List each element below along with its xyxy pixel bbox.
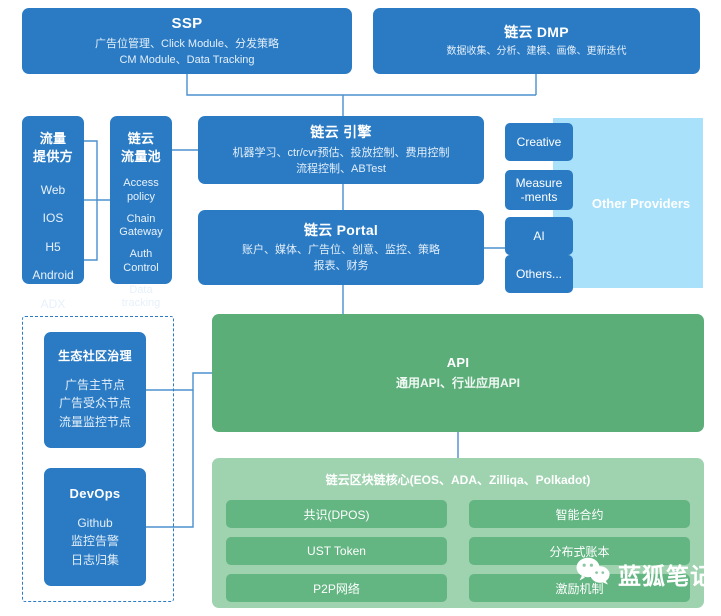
ssp-line1: 广告位管理、Click Module、分发策略 bbox=[95, 38, 279, 51]
ssp-line2: CM Module、Data Tracking bbox=[119, 54, 255, 67]
blockchain-core-grid: 共识(DPOS) 智能合约 UST Token 分布式账本 P2P网络 激励机制 bbox=[226, 500, 690, 602]
provider-chip-measurements: Measure -ments bbox=[505, 170, 573, 210]
engine-title: 链云 引擎 bbox=[310, 124, 372, 141]
engine-line2: 流程控制、ABTest bbox=[296, 162, 386, 175]
ssp-box: SSP 广告位管理、Click Module、分发策略 CM Module、Da… bbox=[22, 8, 352, 74]
other-providers-label: Other Providers bbox=[591, 195, 691, 211]
traffic-provider-item: ADX bbox=[40, 296, 66, 311]
eco-line3: 流量监控节点 bbox=[58, 414, 131, 429]
traffic-pool-item: Data tracking bbox=[121, 283, 161, 310]
devops-line1: Github bbox=[77, 515, 113, 530]
core-cell: UST Token bbox=[226, 537, 447, 565]
api-title: API bbox=[446, 354, 470, 370]
traffic-pool-box: 链云 流量池 Access policy Chain Gateway Auth … bbox=[110, 116, 172, 309]
devops-line3: 日志归集 bbox=[70, 552, 119, 567]
devops-line2: 监控告警 bbox=[70, 534, 119, 549]
provider-chip-ai: AI bbox=[505, 217, 573, 255]
blockchain-core-title: 链云区块链核心(EOS、ADA、Zilliqa、Polkadot) bbox=[325, 473, 591, 487]
dmp-line1: 数据收集、分析、建模、画像、更新迭代 bbox=[446, 46, 627, 58]
dmp-box: 链云 DMP 数据收集、分析、建模、画像、更新迭代 bbox=[373, 8, 700, 74]
traffic-pool-item: Chain Gateway bbox=[119, 212, 163, 239]
api-subtitle: 通用API、行业应用API bbox=[395, 375, 520, 390]
traffic-pool-title: 链云 流量池 bbox=[121, 131, 161, 164]
other-providers-panel: Other Providers bbox=[553, 118, 703, 288]
engine-line1: 机器学习、ctr/cvr预估、投放控制、费用控制 bbox=[232, 146, 450, 159]
traffic-provider-item: H5 bbox=[45, 239, 61, 254]
traffic-provider-box: 流量 提供方 Web IOS H5 Android ADX bbox=[22, 116, 84, 311]
ssp-title: SSP bbox=[171, 14, 203, 32]
core-cell: 智能合约 bbox=[469, 500, 690, 528]
dmp-title: 链云 DMP bbox=[504, 24, 569, 41]
provider-chip-others: Others... bbox=[505, 255, 573, 293]
traffic-provider-item: Android bbox=[32, 268, 74, 283]
eco-line2: 广告受众节点 bbox=[58, 396, 131, 411]
core-cell: 分布式账本 bbox=[469, 537, 690, 565]
portal-line1: 账户、媒体、广告位、创意、监控、策略 bbox=[242, 244, 440, 257]
eco-line1: 广告主节点 bbox=[64, 377, 125, 392]
core-cell: P2P网络 bbox=[226, 574, 447, 602]
traffic-pool-item: Access policy bbox=[123, 177, 159, 203]
core-cell: 激励机制 bbox=[469, 574, 690, 602]
api-box: API 通用API、行业应用API bbox=[212, 314, 704, 432]
eco-community-governance-box: 生态社区治理 广告主节点 广告受众节点 流量监控节点 bbox=[44, 332, 146, 448]
engine-box: 链云 引擎 机器学习、ctr/cvr预估、投放控制、费用控制 流程控制、ABTe… bbox=[198, 116, 484, 184]
blockchain-core-box: 链云区块链核心(EOS、ADA、Zilliqa、Polkadot) 共识(DPO… bbox=[212, 458, 704, 608]
devops-title: DevOps bbox=[69, 485, 121, 501]
core-cell: 共识(DPOS) bbox=[226, 500, 447, 528]
traffic-pool-item: Auth Control bbox=[123, 248, 159, 274]
portal-title: 链云 Portal bbox=[303, 221, 379, 238]
traffic-provider-item: Web bbox=[40, 183, 66, 198]
traffic-provider-title: 流量 提供方 bbox=[33, 131, 73, 164]
portal-line2: 报表、财务 bbox=[313, 260, 369, 273]
provider-chip-creative: Creative bbox=[505, 123, 573, 161]
devops-box: DevOps Github 监控告警 日志归集 bbox=[44, 468, 146, 586]
traffic-provider-item: IOS bbox=[42, 211, 64, 226]
architecture-diagram: SSP 广告位管理、Click Module、分发策略 CM Module、Da… bbox=[0, 0, 721, 616]
eco-title: 生态社区治理 bbox=[58, 349, 132, 364]
portal-box: 链云 Portal 账户、媒体、广告位、创意、监控、策略 报表、财务 bbox=[198, 210, 484, 285]
